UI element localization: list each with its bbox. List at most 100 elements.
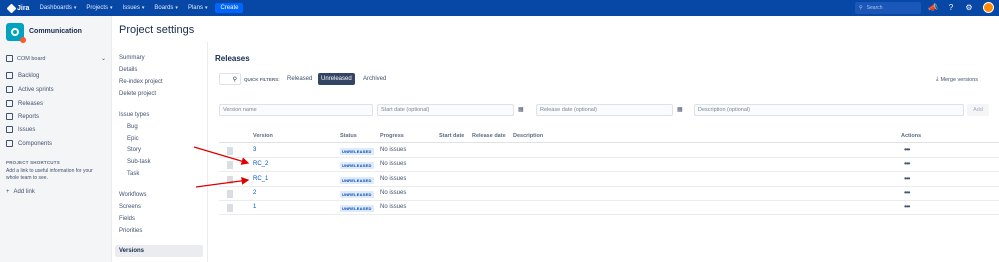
settings-issue-types[interactable]: Issue types <box>119 112 149 118</box>
status-badge: UNRELEASED <box>340 205 374 212</box>
table-row: RC_1 UNRELEASED No issues ••• <box>219 173 999 187</box>
project-shortcuts-title: PROJECT SHORTCUTS <box>6 160 60 165</box>
project-sidebar: Communication COM board ⌄ Backlog Active… <box>0 16 112 262</box>
drag-handle-icon[interactable] <box>227 161 233 169</box>
version-search-input[interactable]: ⚲ <box>219 73 241 85</box>
settings-delete[interactable]: Delete project <box>119 91 156 97</box>
releases-title: Releases <box>215 54 250 63</box>
search-input[interactable]: ⚲ Search <box>855 2 921 14</box>
jira-logo[interactable]: Jira <box>6 3 29 13</box>
sidebar-item-reports[interactable]: Reports <box>6 113 39 120</box>
create-button[interactable]: Create <box>215 3 244 13</box>
board-icon <box>6 55 13 62</box>
nav-dashboards[interactable]: Dashboards ▾ <box>39 5 76 11</box>
project-name[interactable]: Communication <box>29 28 82 35</box>
help-icon[interactable]: ? <box>946 3 956 13</box>
version-link[interactable]: 2 <box>253 190 256 196</box>
drag-handle-icon[interactable] <box>227 147 233 155</box>
add-link-button[interactable]: + Add link <box>6 189 35 195</box>
table-row: RC_2 UNRELEASED No issues ••• <box>219 158 999 172</box>
settings-task[interactable]: Task <box>127 171 139 177</box>
sidebar-item-active-sprints[interactable]: Active sprints <box>6 86 54 93</box>
table-row: 2 UNRELEASED No issues ••• <box>219 187 999 201</box>
notifications-icon[interactable]: 📣 <box>928 3 938 13</box>
divider <box>207 42 208 262</box>
calendar-icon[interactable]: ▦ <box>677 106 683 113</box>
settings-subtask[interactable]: Sub-task <box>127 159 151 165</box>
status-badge: UNRELEASED <box>340 191 374 198</box>
settings-versions[interactable]: Versions <box>119 248 144 254</box>
top-navigation-bar: Jira Dashboards ▾ Projects ▾ Issues ▾ Board… <box>0 0 999 16</box>
version-link[interactable]: RC_1 <box>253 176 268 182</box>
project-shortcuts-description: Add a link to useful information for you… <box>6 168 93 181</box>
progress-text: No issues <box>380 204 407 210</box>
settings-story[interactable]: Story <box>127 147 141 153</box>
settings-details[interactable]: Details <box>119 67 137 73</box>
settings-fields[interactable]: Fields <box>119 216 135 222</box>
more-actions-icon[interactable]: ••• <box>904 159 910 168</box>
sidebar-item-backlog[interactable]: Backlog <box>6 72 39 79</box>
add-version-button[interactable]: Add <box>967 104 989 116</box>
calendar-icon[interactable]: ▦ <box>518 106 524 113</box>
backlog-icon <box>6 72 13 79</box>
table-row: 1 UNRELEASED No issues ••• <box>219 201 999 215</box>
release-date-input[interactable]: Release date (optional) <box>536 104 673 116</box>
merge-versions-button[interactable]: ⤓ Merge versions <box>936 76 978 83</box>
settings-workflows[interactable]: Workflows <box>119 192 147 198</box>
sidebar-item-releases[interactable]: Releases <box>6 100 43 107</box>
progress-text: No issues <box>380 190 407 196</box>
table-row: 3 UNRELEASED No issues ••• <box>219 144 999 158</box>
settings-epic[interactable]: Epic <box>127 136 139 142</box>
drag-handle-icon[interactable] <box>227 176 233 184</box>
filter-archived[interactable]: Archived <box>360 73 389 85</box>
gear-icon[interactable]: ⚙ <box>964 3 974 13</box>
more-actions-icon[interactable]: ••• <box>904 145 910 154</box>
start-date-input[interactable]: Start date (optional) <box>377 104 514 116</box>
status-badge: UNRELEASED <box>340 162 374 169</box>
project-avatar-icon <box>11 28 19 36</box>
more-actions-icon[interactable]: ••• <box>904 202 910 211</box>
nav-plans[interactable]: Plans ▾ <box>188 5 208 11</box>
merge-icon: ⤓ <box>936 76 939 82</box>
nav-projects[interactable]: Projects ▾ <box>86 5 112 11</box>
filter-released[interactable]: Released <box>284 73 315 85</box>
status-badge: UNRELEASED <box>340 177 374 184</box>
description-input[interactable]: Description (optional) <box>694 104 964 116</box>
settings-summary[interactable]: Summary <box>119 55 145 61</box>
drag-handle-icon[interactable] <box>227 190 233 198</box>
nav-boards[interactable]: Boards ▾ <box>154 5 178 11</box>
page-title: Project settings <box>119 24 195 36</box>
settings-screens[interactable]: Screens <box>119 204 141 210</box>
settings-reindex[interactable]: Re-index project <box>119 79 163 85</box>
search-icon: ⚲ <box>232 76 237 83</box>
settings-navigation: Summary Details Re-index project Delete … <box>115 42 207 262</box>
nav-issues[interactable]: Issues ▾ <box>123 5 145 11</box>
drag-handle-icon[interactable] <box>227 204 233 212</box>
version-link[interactable]: 1 <box>253 204 256 210</box>
sidebar-item-components[interactable]: Components <box>6 140 52 147</box>
board-icon <box>6 86 13 93</box>
chevron-down-icon: ▾ <box>141 5 145 11</box>
col-version: Version <box>253 133 273 139</box>
col-progress: Progress <box>380 133 404 139</box>
settings-bug[interactable]: Bug <box>127 124 138 130</box>
chevron-down-icon: ▾ <box>204 5 208 11</box>
more-actions-icon[interactable]: ••• <box>904 188 910 197</box>
jira-logo-icon <box>6 3 17 13</box>
version-name-input[interactable]: Version name <box>219 104 373 116</box>
col-release-date: Release date <box>472 133 506 139</box>
filter-unreleased[interactable]: Unreleased <box>318 73 355 85</box>
sidebar-item-issues[interactable]: Issues <box>6 126 35 133</box>
user-avatar[interactable] <box>983 2 994 13</box>
more-actions-icon[interactable]: ••• <box>904 174 910 183</box>
settings-priorities[interactable]: Priorities <box>119 228 142 234</box>
status-badge: UNRELEASED <box>340 148 374 155</box>
board-selector[interactable]: COM board ⌄ <box>6 55 106 62</box>
col-description: Description <box>513 133 544 139</box>
version-link[interactable]: 3 <box>253 147 256 153</box>
version-link[interactable]: RC_2 <box>253 161 268 167</box>
chevron-down-icon: ⌄ <box>100 56 106 62</box>
plus-icon: + <box>6 189 10 195</box>
ship-icon <box>6 100 13 107</box>
chevron-down-icon: ▾ <box>175 5 178 11</box>
